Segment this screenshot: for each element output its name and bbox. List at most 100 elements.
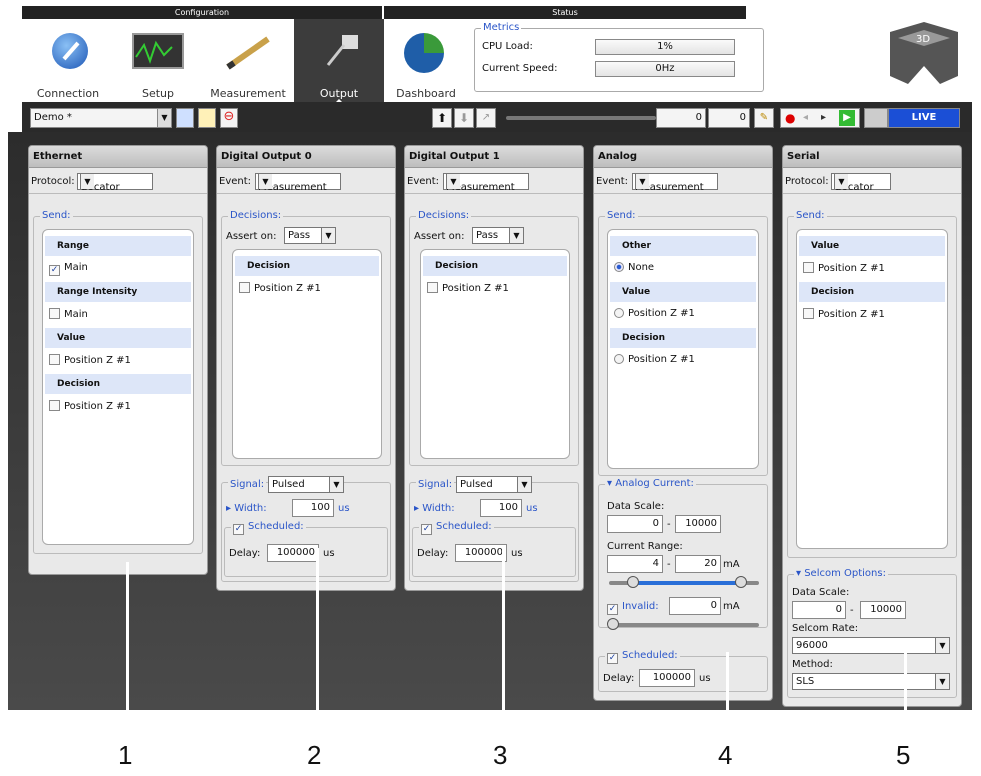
wand-icon[interactable]: ✎ <box>754 108 774 128</box>
checkbox[interactable] <box>49 354 60 365</box>
list-item[interactable]: Position Z #1 <box>614 308 695 322</box>
assert-select[interactable]: Pass ▼ <box>284 227 336 244</box>
data-scale-min-input[interactable]: 0 <box>792 601 846 619</box>
signal-select[interactable]: Pulsed ▼ <box>268 476 344 493</box>
nav-setup[interactable]: Setup <box>114 19 202 107</box>
analog-current-legend[interactable]: ▾ Analog Current: <box>605 478 696 489</box>
width-input[interactable]: 100 <box>292 499 334 517</box>
event-select[interactable]: Measurement ▼ <box>255 173 341 193</box>
width-input[interactable]: 100 <box>480 499 522 517</box>
delay-input[interactable]: 100000 <box>267 544 319 562</box>
scheduled-group: ✓ Scheduled: Delay: 100000 us <box>224 521 388 577</box>
save-icon[interactable] <box>176 108 194 128</box>
data-scale-separator: - <box>850 605 854 616</box>
list-item[interactable]: Position Z #1 <box>49 400 131 414</box>
list-item[interactable]: Position Z #1 <box>803 308 885 322</box>
current-range-min-input[interactable]: 4 <box>607 555 663 573</box>
checkbox[interactable] <box>49 308 60 319</box>
invalid-slider[interactable] <box>607 618 759 630</box>
event-select[interactable]: Measurement ▼ <box>632 173 718 193</box>
scheduled-legend[interactable]: ✓ Scheduled: <box>231 521 306 535</box>
radio[interactable] <box>614 308 624 318</box>
invalid-input[interactable]: 0 <box>669 597 721 615</box>
record-icon[interactable]: ● <box>785 109 795 127</box>
width-label[interactable]: ▸ Width: <box>226 503 267 514</box>
data-scale-max: 10000 <box>685 518 717 529</box>
delete-icon[interactable]: ⊖ <box>220 108 238 128</box>
checkbox-checked[interactable]: ✓ <box>49 265 60 276</box>
protocol-select[interactable]: Gocator ▼ <box>831 173 891 193</box>
data-scale-max-input[interactable]: 10000 <box>860 601 906 619</box>
nav-measurement[interactable]: Measurement <box>202 19 294 107</box>
step-forward-icon[interactable]: ▸ <box>821 109 826 127</box>
live-toggle[interactable] <box>864 108 888 128</box>
invalid-checkbox[interactable]: ✓ <box>607 604 618 615</box>
signal-legend: Signal: <box>228 479 267 490</box>
signal-group: Signal: Pulsed ▼ ▸ Width: 100 us ✓ Schedul… <box>221 476 391 582</box>
nav-dashboard[interactable]: Dashboard <box>388 19 464 107</box>
checkbox[interactable] <box>803 308 814 319</box>
decisions-group: Decisions: Assert on: Pass ▼ Decision Pos… <box>221 210 391 466</box>
download-icon[interactable]: ⬇ <box>454 108 474 128</box>
delay-input[interactable]: 100000 <box>639 669 695 687</box>
upload-job-icon[interactable] <box>198 108 216 128</box>
frame-counter[interactable]: 0 <box>656 108 706 128</box>
protocol-select[interactable]: Gocator ▼ <box>77 173 153 193</box>
list-item[interactable]: Position Z #1 <box>49 354 131 368</box>
chevron-down-icon: ▼ <box>517 477 531 492</box>
export-icon[interactable]: ↗ <box>476 108 496 128</box>
current-range-slider[interactable] <box>609 576 759 588</box>
job-select[interactable]: Demo * ▼ <box>30 108 172 128</box>
nav-connection[interactable]: Connection <box>22 19 114 107</box>
current-range-max-input[interactable]: 20 <box>675 555 721 573</box>
chevron-down-icon: ▼ <box>446 174 460 189</box>
list-item[interactable]: None <box>614 262 654 276</box>
method-select[interactable]: SLS ▼ <box>792 673 950 690</box>
slider-max-handle[interactable] <box>735 576 747 588</box>
list-item[interactable]: Position Z #1 <box>803 262 885 276</box>
play-icon[interactable]: ▶ <box>839 110 855 126</box>
scheduled-legend[interactable]: ✓ Scheduled: <box>419 521 494 535</box>
step-back-icon[interactable]: ◂ <box>803 109 808 127</box>
data-scale-label: Data Scale: <box>607 501 665 512</box>
replay-slider[interactable] <box>506 116 656 120</box>
invalid-row[interactable]: ✓ Invalid: <box>607 601 659 615</box>
data-scale-max-input[interactable]: 10000 <box>675 515 721 533</box>
checkbox[interactable] <box>49 400 60 411</box>
scheduled-checkbox[interactable]: ✓ <box>607 653 618 664</box>
delay-unit: us <box>511 548 523 559</box>
live-button[interactable]: LIVE <box>888 108 960 128</box>
list-item[interactable]: Main <box>49 308 88 322</box>
delay-input[interactable]: 100000 <box>455 544 507 562</box>
list-item[interactable]: ✓ Main <box>49 262 88 276</box>
signal-select[interactable]: Pulsed ▼ <box>456 476 532 493</box>
scheduled-legend[interactable]: ✓ Scheduled: <box>605 650 680 664</box>
event-select[interactable]: Measurement ▼ <box>443 173 529 193</box>
list-item[interactable]: Position Z #1 <box>427 282 509 296</box>
width-label[interactable]: ▸ Width: <box>414 503 455 514</box>
list-item[interactable]: Position Z #1 <box>614 354 695 368</box>
checkbox[interactable] <box>239 282 250 293</box>
selcom-rate-select[interactable]: 96000 ▼ <box>792 637 950 654</box>
slider-handle[interactable] <box>607 618 619 630</box>
list-item[interactable]: Position Z #1 <box>239 282 321 296</box>
upload-icon[interactable]: ⬆ <box>432 108 452 128</box>
checkbox[interactable] <box>427 282 438 293</box>
selcom-options-legend[interactable]: ▾ Selcom Options: <box>794 568 888 579</box>
data-scale-separator: - <box>667 519 671 530</box>
data-scale-min-input[interactable]: 0 <box>607 515 663 533</box>
radio-selected[interactable] <box>614 262 624 272</box>
scheduled-checkbox[interactable]: ✓ <box>421 524 432 535</box>
measurement-icon <box>222 33 274 73</box>
radio[interactable] <box>614 354 624 364</box>
signal-group: Signal: Pulsed ▼ ▸ Width: 100 us ✓ Schedul… <box>409 476 579 582</box>
nav-output[interactable]: Output <box>294 19 384 107</box>
current-range-unit: mA <box>723 559 740 570</box>
list-header: Decision <box>799 282 945 302</box>
callout-line <box>904 652 907 744</box>
assert-select[interactable]: Pass ▼ <box>472 227 524 244</box>
slider-min-handle[interactable] <box>627 576 639 588</box>
checkbox[interactable] <box>803 262 814 273</box>
scheduled-checkbox[interactable]: ✓ <box>233 524 244 535</box>
list-item-label: Position Z #1 <box>64 401 131 412</box>
